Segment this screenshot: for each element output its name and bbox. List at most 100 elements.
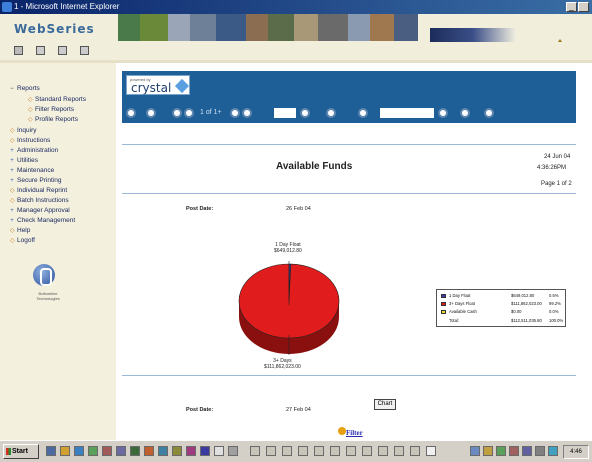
section-divider [122, 193, 576, 194]
post-date-label: Post Date: [186, 407, 214, 413]
report-page-number: Page 1 of 2 [541, 181, 572, 187]
start-button[interactable]: Start [3, 444, 39, 459]
prev-page-icon[interactable] [184, 108, 194, 118]
quicklaunch-icon[interactable] [130, 446, 140, 456]
tray-icon[interactable] [548, 446, 558, 456]
internet-explorer-icon [2, 2, 12, 12]
quicklaunch-icon[interactable] [158, 446, 168, 456]
first-page-icon[interactable] [172, 108, 182, 118]
search-input[interactable] [380, 108, 434, 118]
export-icon[interactable] [126, 108, 136, 118]
taskbar-window-button-active[interactable] [426, 446, 436, 456]
page-indicator: 1 of 1+ [200, 109, 222, 116]
sidebar-item-individual-reprint[interactable]: ◇ Individual Reprint [10, 187, 67, 194]
quicklaunch-icon[interactable] [116, 446, 126, 456]
legend-amount: $649,012.80 [511, 293, 535, 298]
goto-page-icon[interactable] [300, 108, 310, 118]
legend-total-percent: 100.0% [549, 318, 564, 323]
sidebar-item-help[interactable]: ◇ Help [10, 227, 30, 234]
report-title: Available Funds [276, 161, 353, 172]
post-date-label: Post Date: [186, 206, 214, 212]
refresh-icon[interactable] [358, 108, 368, 118]
window-title: 1 - Microsoft Internet Explorer [14, 2, 120, 11]
banner-collage-image [118, 14, 418, 41]
legend-percent: 0.0% [549, 309, 559, 314]
sidebar-item-logoff[interactable]: ◇ Logoff [10, 237, 35, 244]
taskbar-window-button[interactable] [330, 446, 340, 456]
quicklaunch-icon[interactable] [144, 446, 154, 456]
sidebar-item-batch-instructions[interactable]: ◇ Batch Instructions [10, 197, 69, 204]
quicklaunch-icon[interactable] [88, 446, 98, 456]
tray-icon[interactable] [509, 446, 519, 456]
sidebar-item-instructions[interactable]: ◇ Instructions [10, 137, 50, 144]
tray-icon[interactable] [535, 446, 545, 456]
pie-label-one-day: 1 Day Float $649,012.80 [274, 242, 302, 254]
quicklaunch-icon[interactable] [46, 446, 56, 456]
taskbar-window-button[interactable] [362, 446, 372, 456]
taskbar-window-button[interactable] [378, 446, 388, 456]
legend-swatch [441, 310, 446, 314]
quicklaunch-icon[interactable] [74, 446, 84, 456]
quicklaunch-icon[interactable] [200, 446, 210, 456]
crystal-logo: powered by crystal [126, 75, 190, 95]
pie-label-line: $111,862,023.00 [264, 364, 301, 370]
crystal-header: powered by crystal [122, 71, 576, 103]
quicklaunch-icon[interactable] [60, 446, 70, 456]
company-logo [33, 264, 55, 286]
print-report-icon[interactable] [146, 108, 156, 118]
minimize-button[interactable]: _ [566, 2, 577, 12]
taskbar-window-button[interactable] [250, 446, 260, 456]
sidebar-item-inquiry[interactable]: ◇ Inquiry [10, 127, 37, 134]
help-report-icon[interactable] [484, 108, 494, 118]
legend-name: Available Cash [449, 309, 477, 314]
close-button[interactable] [578, 2, 589, 12]
tray-icon[interactable] [496, 446, 506, 456]
sidebar-item-check-management[interactable]: + Check Management [10, 217, 75, 224]
quicklaunch-icon[interactable] [102, 446, 112, 456]
legend-total-amount: $112,511,035.80 [511, 318, 542, 323]
sidebar-item-standard-reports[interactable]: ◇ Standard Reports [28, 96, 86, 103]
filter-link[interactable]: Filter [346, 429, 363, 437]
tray-icon[interactable] [483, 446, 493, 456]
zoom-icon[interactable] [460, 108, 470, 118]
taskbar-window-button[interactable] [298, 446, 308, 456]
legend-amount: $0.00 [511, 309, 522, 314]
sidebar-item-administration[interactable]: + Administration [10, 147, 58, 154]
taskbar-window-button[interactable] [346, 446, 356, 456]
taskbar-window-button[interactable] [314, 446, 324, 456]
sidebar-nav: − Reports ◇ Standard Reports ◇ Filter Repor… [0, 63, 116, 440]
legend-swatch [441, 294, 446, 298]
legend-name: 3+ Days Float [449, 301, 475, 306]
taskbar-window-button[interactable] [266, 446, 276, 456]
copy-icon[interactable] [58, 46, 67, 55]
sidebar-item-filter-reports[interactable]: ◇ Filter Reports [28, 106, 74, 113]
sidebar-item-secure-printing[interactable]: + Secure Printing [10, 177, 61, 184]
tray-icon[interactable] [470, 446, 480, 456]
last-page-icon[interactable] [242, 108, 252, 118]
goto-page-input[interactable] [274, 108, 296, 118]
sidebar-item-utilities[interactable]: + Utilities [10, 157, 38, 164]
quicklaunch-icon[interactable] [172, 446, 182, 456]
stop-icon[interactable] [326, 108, 336, 118]
chart-legend: 1 Day Float $649,012.80 0.6% 3+ Days Flo… [436, 289, 566, 327]
chart-button[interactable]: Chart [374, 399, 396, 410]
help-icon[interactable] [80, 46, 89, 55]
taskbar-window-button[interactable] [394, 446, 404, 456]
search-icon[interactable] [438, 108, 448, 118]
print-icon[interactable] [14, 46, 23, 55]
taskbar-window-button[interactable] [410, 446, 420, 456]
sidebar-item-maintenance[interactable]: + Maintenance [10, 167, 54, 174]
tray-icon[interactable] [522, 446, 532, 456]
taskbar-window-button[interactable] [282, 446, 292, 456]
post-date-value: 26 Feb 04 [286, 206, 311, 212]
sidebar-item-profile-reports[interactable]: ◇ Profile Reports [28, 116, 78, 123]
sidebar-item-manager-approval[interactable]: + Manager Approval [10, 207, 70, 214]
quicklaunch-icon[interactable] [186, 446, 196, 456]
sidebar-item-reports[interactable]: − Reports [10, 85, 40, 92]
quicklaunch-icon[interactable] [214, 446, 224, 456]
next-page-icon[interactable] [230, 108, 240, 118]
legend-swatch [441, 302, 446, 306]
pie-label-line: $649,012.80 [274, 248, 302, 254]
quicklaunch-icon[interactable] [228, 446, 238, 456]
mail-icon[interactable] [36, 46, 45, 55]
